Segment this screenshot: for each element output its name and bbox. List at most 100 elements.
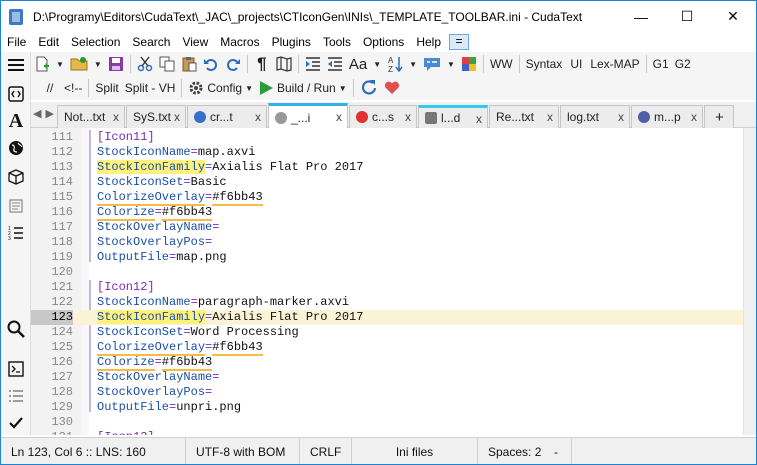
- tab-cr[interactable]: cr...t x: [187, 105, 267, 128]
- tab-php[interactable]: m...p x: [631, 105, 703, 128]
- validate-check-icon[interactable]: [5, 412, 27, 434]
- toolbar-separator: [129, 55, 131, 73]
- package-icon[interactable]: [5, 166, 27, 188]
- code-editor[interactable]: 111 [Icon11] 112 StockIconName=map.axvi 113 S…: [31, 128, 756, 435]
- menu-edit[interactable]: Edit: [32, 32, 65, 52]
- split-button[interactable]: Split: [92, 77, 121, 99]
- word-wrap-button[interactable]: WW: [487, 53, 516, 75]
- comment-bubble-icon[interactable]: [420, 53, 444, 75]
- menu-selection[interactable]: Selection: [65, 32, 126, 52]
- maximize-button[interactable]: ☐: [664, 1, 710, 32]
- html-comment-button[interactable]: <!--: [61, 77, 85, 99]
- menu-view[interactable]: View: [176, 32, 214, 52]
- new-file-dropdown-icon[interactable]: ▼: [53, 53, 67, 75]
- tab-nav-arrows[interactable]: ◀▶: [33, 107, 58, 120]
- undo-icon[interactable]: [200, 53, 222, 75]
- line-comment-button[interactable]: //: [39, 77, 61, 99]
- line-number: 112: [51, 145, 73, 159]
- open-folder-icon[interactable]: [67, 53, 91, 75]
- map-book-icon[interactable]: [273, 53, 295, 75]
- vertical-scrollbar[interactable]: [743, 128, 756, 435]
- tab-label: log.txt: [567, 110, 600, 124]
- lexmap-button[interactable]: Lex-MAP: [587, 53, 642, 75]
- menu-tools[interactable]: Tools: [317, 32, 357, 52]
- snippets-icon[interactable]: [5, 195, 27, 217]
- close-button[interactable]: ✕: [710, 1, 756, 32]
- tab-close-icon[interactable]: x: [547, 110, 553, 124]
- font-icon[interactable]: A: [5, 110, 27, 132]
- tab-close-icon[interactable]: x: [691, 110, 697, 124]
- save-icon[interactable]: [105, 53, 127, 75]
- indent-icon[interactable]: [302, 53, 324, 75]
- numbered-list-icon[interactable]: 123: [5, 222, 27, 244]
- line-ending-status[interactable]: CRLF: [300, 437, 352, 464]
- tab-notes[interactable]: Not...txt x: [57, 105, 125, 128]
- case-icon[interactable]: Aa: [346, 53, 370, 75]
- sort-dropdown-icon[interactable]: ▼: [406, 53, 420, 75]
- add-tab-button[interactable]: +: [704, 105, 734, 128]
- tab-close-icon[interactable]: x: [476, 112, 482, 126]
- lexer-status[interactable]: Ini files: [352, 437, 478, 464]
- group2-button[interactable]: G2: [672, 53, 694, 75]
- code-line: 117 StockOverlayName=: [31, 220, 756, 235]
- redo-icon[interactable]: [222, 53, 244, 75]
- tab-sys[interactable]: SyS.txt x: [126, 105, 186, 128]
- hamburger-menu-icon[interactable]: [5, 54, 27, 76]
- code-line: 111 [Icon11]: [31, 130, 756, 145]
- tab-template-ini[interactable]: _...i x: [268, 103, 348, 129]
- menu-extra-button[interactable]: =: [449, 34, 469, 50]
- cursor-position[interactable]: Ln 123, Col 6 :: LNS: 160: [1, 437, 186, 464]
- menu-options[interactable]: Options: [357, 32, 410, 52]
- code-tree-icon[interactable]: [5, 83, 27, 105]
- menu-search[interactable]: Search: [126, 32, 176, 52]
- tab-close-icon[interactable]: x: [336, 110, 342, 124]
- menu-plugins[interactable]: Plugins: [266, 32, 317, 52]
- syntax-button[interactable]: Syntax: [523, 53, 566, 75]
- menu-macros[interactable]: Macros: [214, 32, 265, 52]
- globe-icon[interactable]: [5, 137, 27, 159]
- case-dropdown-icon[interactable]: ▼: [370, 53, 384, 75]
- sort-az-icon[interactable]: AZ: [384, 53, 406, 75]
- indent-status-dropdown[interactable]: -: [550, 437, 572, 464]
- copy-icon[interactable]: [156, 53, 178, 75]
- group1-button[interactable]: G1: [650, 53, 672, 75]
- tab-css[interactable]: c...s x: [349, 105, 417, 128]
- minimize-button[interactable]: —: [618, 1, 664, 32]
- config-button[interactable]: Config ▼: [185, 77, 256, 99]
- tab-readme[interactable]: Re...txt x: [489, 105, 559, 128]
- open-dropdown-icon[interactable]: ▼: [91, 53, 105, 75]
- tab-close-icon[interactable]: x: [174, 110, 180, 124]
- new-file-icon[interactable]: [31, 53, 53, 75]
- comment-dropdown-icon[interactable]: ▼: [444, 53, 458, 75]
- code-line: 112 StockIconName=map.axvi: [31, 145, 756, 160]
- split-vh-button[interactable]: Split - VH: [122, 77, 179, 99]
- tab-close-icon[interactable]: x: [405, 110, 411, 124]
- tab-close-icon[interactable]: x: [255, 110, 261, 124]
- indent-status[interactable]: Spaces: 2: [478, 438, 550, 465]
- menu-help[interactable]: Help: [410, 32, 447, 52]
- line-number: 117: [51, 220, 73, 234]
- refresh-icon[interactable]: [357, 77, 381, 99]
- encoding-status[interactable]: UTF-8 with BOM: [186, 437, 300, 464]
- code-line: 130: [31, 415, 756, 430]
- build-run-button[interactable]: Build / Run ▼: [256, 77, 350, 99]
- line-number: 122: [51, 295, 73, 309]
- paste-icon[interactable]: [178, 53, 200, 75]
- search-icon[interactable]: [5, 318, 27, 340]
- tab-md[interactable]: l...d x: [418, 105, 488, 128]
- pilcrow-icon[interactable]: ¶: [251, 53, 273, 75]
- ui-button[interactable]: UI: [565, 53, 587, 75]
- line-number: 111: [51, 130, 73, 144]
- color-grid-icon[interactable]: [458, 53, 480, 75]
- cudatext-app-icon[interactable]: [9, 8, 23, 25]
- tab-log[interactable]: log.txt x: [560, 105, 630, 128]
- tab-close-icon[interactable]: x: [113, 110, 119, 124]
- tab-close-icon[interactable]: x: [618, 110, 624, 124]
- console-icon[interactable]: [5, 358, 27, 380]
- menu-file[interactable]: File: [1, 32, 32, 52]
- ini-key: StockOverlayName: [97, 370, 213, 384]
- heart-icon[interactable]: [381, 77, 403, 99]
- unindent-icon[interactable]: [324, 53, 346, 75]
- cut-icon[interactable]: [134, 53, 156, 75]
- output-list-icon[interactable]: [5, 385, 27, 407]
